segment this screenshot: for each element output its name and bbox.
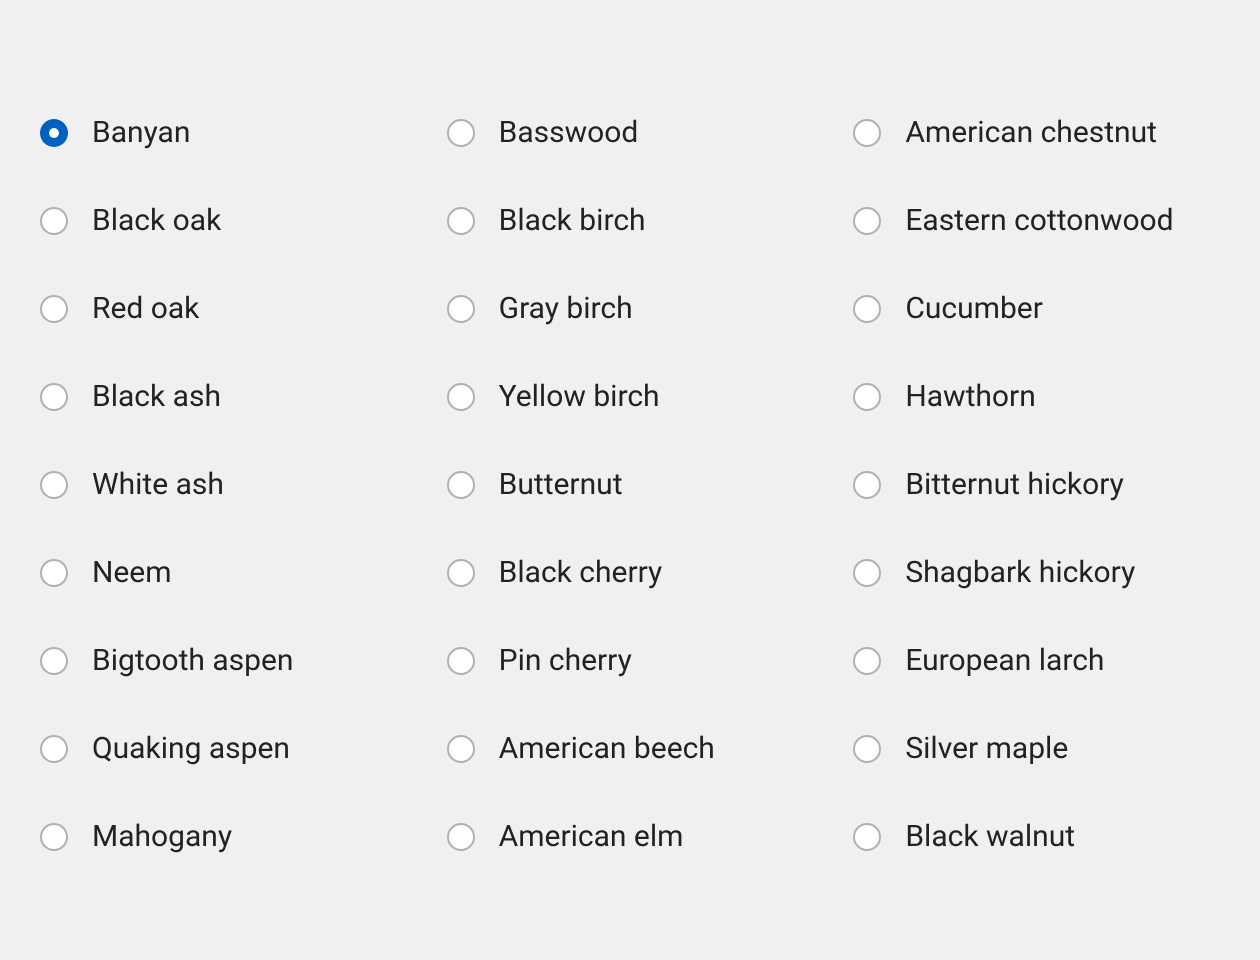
radio-label: Gray birch: [499, 291, 633, 327]
radio-icon: [40, 295, 68, 323]
radio-option[interactable]: Butternut: [447, 467, 814, 503]
radio-label: Shagbark hickory: [905, 555, 1135, 591]
radio-icon: [853, 471, 881, 499]
radio-label: Cucumber: [905, 291, 1043, 327]
radio-icon: [853, 823, 881, 851]
radio-option[interactable]: Basswood: [447, 115, 814, 151]
radio-icon: [447, 295, 475, 323]
radio-label: Bigtooth aspen: [92, 643, 293, 679]
radio-icon: [853, 383, 881, 411]
radio-icon: [853, 647, 881, 675]
radio-option[interactable]: Cucumber: [853, 291, 1220, 327]
radio-option[interactable]: American chestnut: [853, 115, 1220, 151]
radio-icon: [40, 559, 68, 587]
radio-label: American chestnut: [905, 115, 1157, 151]
radio-icon: [447, 559, 475, 587]
radio-label: Mahogany: [92, 819, 232, 855]
radio-option[interactable]: Red oak: [40, 291, 407, 327]
radio-option[interactable]: Shagbark hickory: [853, 555, 1220, 591]
radio-icon: [447, 471, 475, 499]
radio-label: American elm: [499, 819, 684, 855]
radio-label: Eastern cottonwood: [905, 203, 1173, 239]
radio-icon: [447, 119, 475, 147]
radio-icon: [447, 647, 475, 675]
radio-label: Neem: [92, 555, 172, 591]
tree-radio-group: Banyan Black oak Red oak Black ash White ash…: [40, 115, 1220, 855]
radio-icon: [853, 207, 881, 235]
radio-label: American beech: [499, 731, 715, 767]
radio-option[interactable]: American beech: [447, 731, 814, 767]
radio-label: Quaking aspen: [92, 731, 290, 767]
radio-option[interactable]: Bigtooth aspen: [40, 643, 407, 679]
radio-option[interactable]: European larch: [853, 643, 1220, 679]
radio-option[interactable]: Yellow birch: [447, 379, 814, 415]
radio-option[interactable]: Mahogany: [40, 819, 407, 855]
radio-label: Black birch: [499, 203, 646, 239]
radio-option[interactable]: Black oak: [40, 203, 407, 239]
radio-label: Black walnut: [905, 819, 1075, 855]
radio-option[interactable]: Black ash: [40, 379, 407, 415]
radio-label: Black cherry: [499, 555, 663, 591]
radio-icon: [853, 735, 881, 763]
radio-icon: [447, 823, 475, 851]
radio-option[interactable]: Black cherry: [447, 555, 814, 591]
radio-label: Bitternut hickory: [905, 467, 1124, 503]
radio-option[interactable]: Quaking aspen: [40, 731, 407, 767]
radio-label: Basswood: [499, 115, 639, 151]
radio-label: White ash: [92, 467, 224, 503]
radio-label: Pin cherry: [499, 643, 632, 679]
radio-label: Butternut: [499, 467, 623, 503]
radio-label: Banyan: [92, 115, 190, 151]
radio-option[interactable]: Black walnut: [853, 819, 1220, 855]
radio-icon: [853, 119, 881, 147]
radio-option[interactable]: Silver maple: [853, 731, 1220, 767]
radio-option[interactable]: American elm: [447, 819, 814, 855]
radio-option[interactable]: Eastern cottonwood: [853, 203, 1220, 239]
radio-label: Black ash: [92, 379, 221, 415]
radio-option[interactable]: Bitternut hickory: [853, 467, 1220, 503]
radio-option[interactable]: Neem: [40, 555, 407, 591]
radio-option[interactable]: White ash: [40, 467, 407, 503]
radio-icon: [40, 647, 68, 675]
radio-label: Red oak: [92, 291, 199, 327]
radio-option[interactable]: Gray birch: [447, 291, 814, 327]
radio-label: Yellow birch: [499, 379, 660, 415]
radio-icon: [40, 823, 68, 851]
radio-icon: [447, 207, 475, 235]
radio-option[interactable]: Black birch: [447, 203, 814, 239]
radio-option[interactable]: Pin cherry: [447, 643, 814, 679]
radio-icon: [40, 383, 68, 411]
radio-icon: [447, 735, 475, 763]
radio-option[interactable]: Hawthorn: [853, 379, 1220, 415]
radio-icon: [853, 559, 881, 587]
radio-icon: [853, 295, 881, 323]
radio-icon: [447, 383, 475, 411]
radio-icon: [40, 119, 68, 147]
radio-label: Hawthorn: [905, 379, 1035, 415]
radio-option[interactable]: Banyan: [40, 115, 407, 151]
radio-icon: [40, 207, 68, 235]
radio-label: Silver maple: [905, 731, 1068, 767]
radio-icon: [40, 735, 68, 763]
radio-label: Black oak: [92, 203, 221, 239]
radio-label: European larch: [905, 643, 1104, 679]
radio-icon: [40, 471, 68, 499]
